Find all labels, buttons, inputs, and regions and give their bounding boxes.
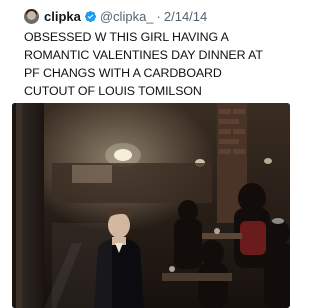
tweet-media-image[interactable] xyxy=(12,103,290,308)
display-name[interactable]: clipka xyxy=(44,9,81,24)
tweet-card[interactable]: clipka @clipka_ · 2/14/14 OBSESSED W THI… xyxy=(0,0,308,308)
restaurant-photo xyxy=(12,103,290,308)
avatar[interactable] xyxy=(24,8,39,24)
tweet-date[interactable]: 2/14/14 xyxy=(164,9,207,24)
verified-badge-icon xyxy=(84,10,96,22)
right-gutter xyxy=(290,0,308,308)
separator-dot: · xyxy=(156,8,161,24)
tweet-text: OBSESSED W THIS GIRL HAVING A ROMANTIC V… xyxy=(24,30,263,98)
user-handle[interactable]: @clipka_ xyxy=(100,9,154,24)
tweet-header: clipka @clipka_ · 2/14/14 xyxy=(24,6,207,26)
